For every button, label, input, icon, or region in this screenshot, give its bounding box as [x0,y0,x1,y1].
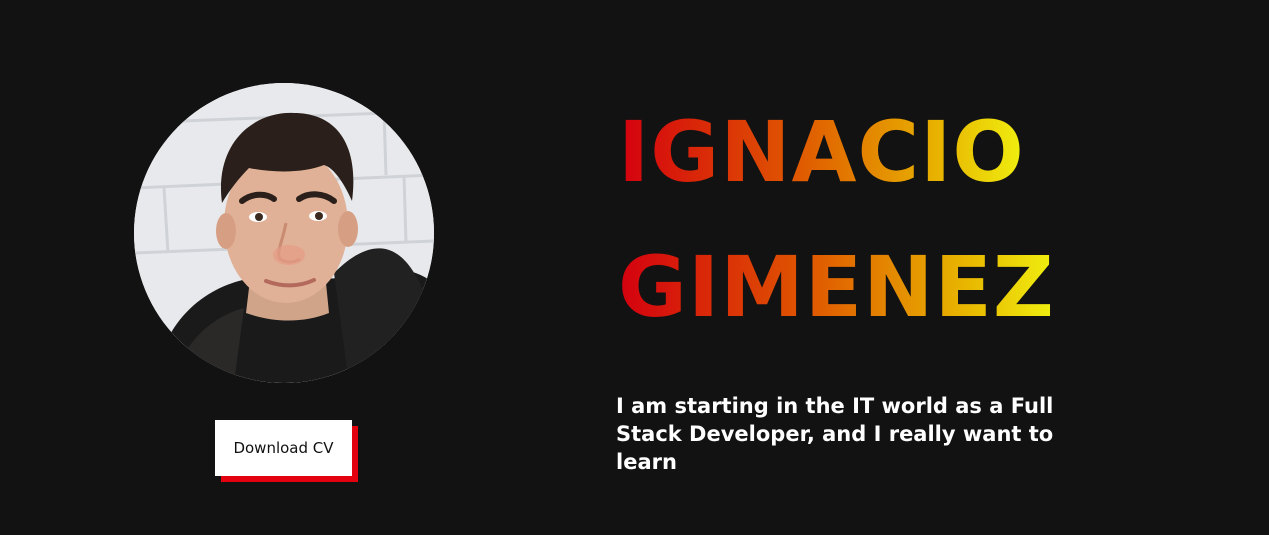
download-cv-button[interactable]: Download CV [215,420,352,476]
profile-photo [134,83,434,383]
profile-photo-illustration [134,83,434,383]
hero-section: Download CV IGNACIO GIMENEZ I am startin… [0,0,1269,535]
first-name-heading: IGNACIO [618,103,1025,201]
intro-column: IGNACIO GIMENEZ I am starting in the IT … [614,0,1254,535]
tagline: I am starting in the IT world as a Full … [616,394,1054,474]
download-cv-wrapper: Download CV [215,420,358,482]
last-name-heading: GIMENEZ [618,238,1055,336]
profile-column: Download CV [0,0,570,535]
